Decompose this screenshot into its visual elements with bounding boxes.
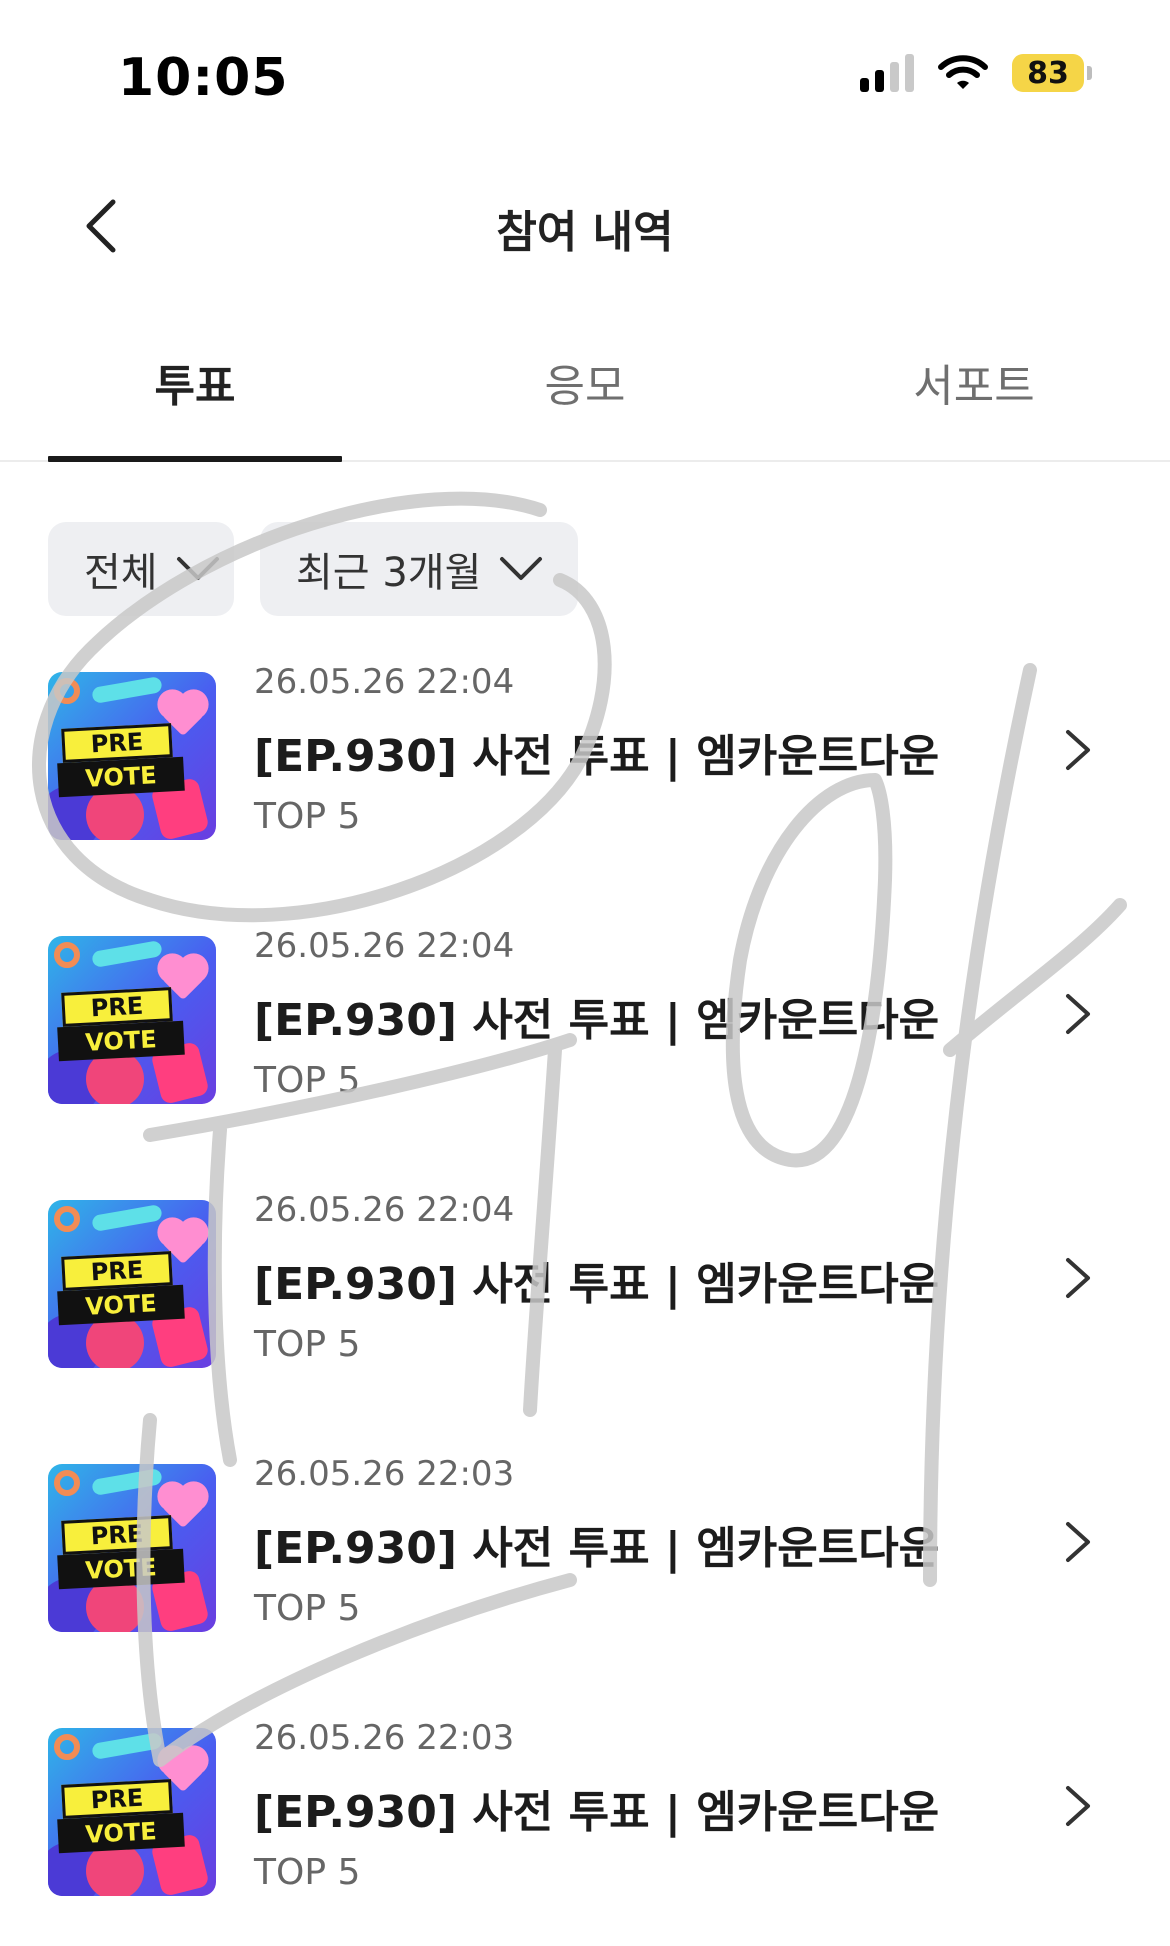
item-rank: TOP 5 [254, 1588, 361, 1629]
chevron-right-icon [1066, 1258, 1090, 1298]
chevron-down-icon [500, 557, 543, 580]
filter-period[interactable]: 최근 3개월 [260, 522, 578, 616]
list-item[interactable]: PRE VOTE 26.05.26 22:03 [EP.930] 사전 투표 |… [0, 1452, 1170, 1672]
item-rank: TOP 5 [254, 1852, 361, 1893]
page-title: 참여 내역 [496, 207, 674, 258]
item-date: 26.05.26 22:03 [254, 1718, 515, 1758]
status-time: 10:05 [118, 48, 289, 108]
filter-period-label: 최근 3개월 [296, 550, 482, 596]
thumbnail-pre-text: PRE [61, 1779, 173, 1819]
thumbnail-vote-text: VOTE [57, 756, 185, 798]
pre-vote-thumbnail: PRE VOTE [48, 672, 216, 840]
thumbnail-pre-text: PRE [61, 1515, 173, 1555]
item-title: [EP.930] 사전 투표 | 엠카운트다운 [254, 1787, 940, 1838]
tab-support[interactable]: 서포트 [824, 350, 1124, 414]
filter-category-label: 전체 [84, 550, 158, 596]
tab-entry[interactable]: 응모 [435, 350, 735, 414]
item-title: [EP.930] 사전 투표 | 엠카운트다운 [254, 995, 940, 1046]
wifi-icon [938, 54, 988, 92]
pre-vote-thumbnail: PRE VOTE [48, 936, 216, 1104]
chevron-right-icon [1066, 1522, 1090, 1562]
item-rank: TOP 5 [254, 1060, 361, 1101]
list-item[interactable]: PRE VOTE 26.05.26 22:04 [EP.930] 사전 투표 |… [0, 660, 1170, 880]
item-date: 26.05.26 22:04 [254, 662, 515, 702]
chevron-down-icon [176, 557, 219, 580]
tab-vote[interactable]: 투표 [45, 350, 345, 414]
status-bar: 10:05 83 [0, 0, 1170, 150]
item-rank: TOP 5 [254, 796, 361, 837]
item-date: 26.05.26 22:04 [254, 1190, 515, 1230]
status-icons: 83 [860, 54, 1092, 92]
header: 참여 내역 [0, 150, 1170, 300]
thumbnail-pre-text: PRE [61, 1251, 173, 1291]
chevron-right-icon [1066, 994, 1090, 1034]
battery-level: 83 [1012, 54, 1084, 92]
pre-vote-thumbnail: PRE VOTE [48, 1200, 216, 1368]
list-item[interactable]: PRE VOTE 26.05.26 22:04 [EP.930] 사전 투표 |… [0, 1188, 1170, 1408]
item-title: [EP.930] 사전 투표 | 엠카운트다운 [254, 1259, 940, 1310]
item-date: 26.05.26 22:03 [254, 1454, 515, 1494]
thumbnail-pre-text: PRE [61, 987, 173, 1027]
filter-bar: 전체 최근 3개월 [48, 522, 578, 616]
pre-vote-thumbnail: PRE VOTE [48, 1464, 216, 1632]
item-title: [EP.930] 사전 투표 | 엠카운트다운 [254, 1523, 940, 1574]
screen: 10:05 83 참여 내역 투표 응모 서포트 전체 최근 3개월 PRE V… [0, 0, 1170, 1946]
thumbnail-vote-text: VOTE [57, 1812, 185, 1854]
thumbnail-vote-text: VOTE [57, 1548, 185, 1590]
filter-category[interactable]: 전체 [48, 522, 234, 616]
signal-icon [860, 54, 914, 92]
list-item[interactable]: PRE VOTE 26.05.26 22:04 [EP.930] 사전 투표 |… [0, 924, 1170, 1144]
thumbnail-vote-text: VOTE [57, 1020, 185, 1062]
tab-active-indicator [48, 456, 342, 462]
thumbnail-vote-text: VOTE [57, 1284, 185, 1326]
chevron-right-icon [1066, 1786, 1090, 1826]
tab-bar: 투표 응모 서포트 [0, 330, 1170, 462]
item-title: [EP.930] 사전 투표 | 엠카운트다운 [254, 731, 940, 782]
item-date: 26.05.26 22:04 [254, 926, 515, 966]
list-item[interactable]: PRE VOTE 26.05.26 22:03 [EP.930] 사전 투표 |… [0, 1716, 1170, 1936]
thumbnail-pre-text: PRE [61, 723, 173, 763]
chevron-right-icon [1066, 730, 1090, 770]
pre-vote-thumbnail: PRE VOTE [48, 1728, 216, 1896]
battery-icon: 83 [1012, 54, 1092, 92]
item-rank: TOP 5 [254, 1324, 361, 1365]
